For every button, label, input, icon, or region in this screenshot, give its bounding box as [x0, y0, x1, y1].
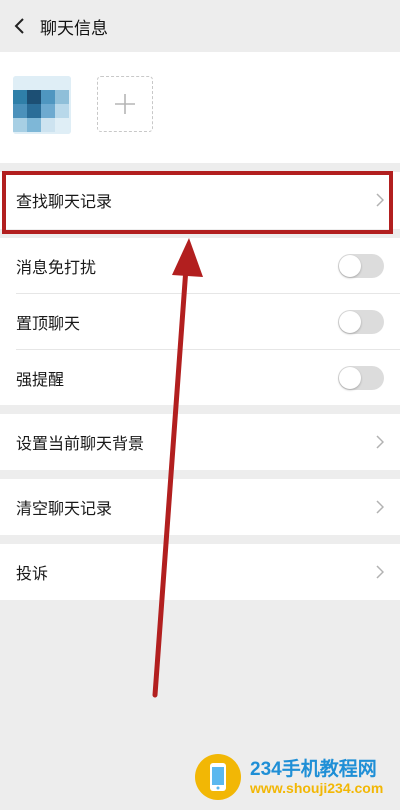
- watermark-url: www.shouji234.com: [250, 780, 384, 796]
- phone-logo-icon: [195, 754, 241, 800]
- annotation-arrow-icon: [152, 238, 203, 698]
- watermark-title: 234手机教程网: [250, 759, 377, 780]
- watermark: 234手机教程网 www.shouji234.com: [195, 748, 400, 806]
